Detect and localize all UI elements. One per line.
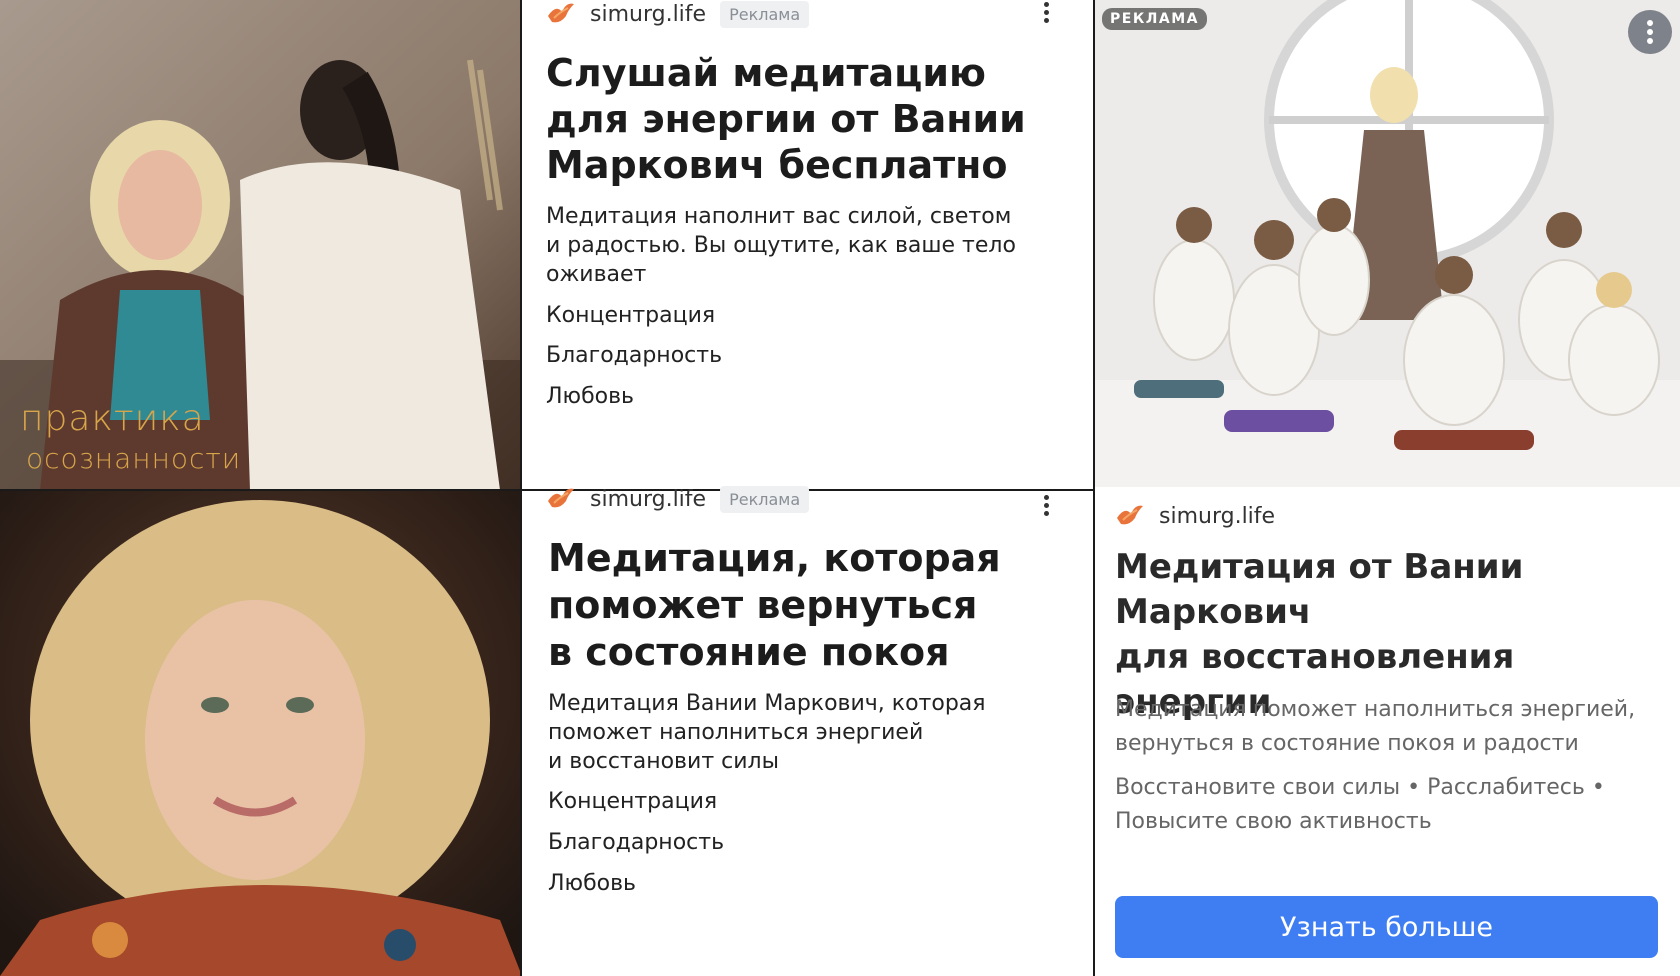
- ad-2-photo[interactable]: [0, 490, 522, 976]
- description-line: Медитация наполнит вас силой, светом: [546, 204, 1012, 229]
- ad-header: simurg.life Реклама: [546, 485, 810, 513]
- description-line: Медитация поможет наполниться энергией,: [1115, 697, 1636, 722]
- headline-line: Маркович: [1115, 592, 1312, 632]
- ad-description: Медитация поможет наполниться энергией, …: [1115, 693, 1635, 761]
- headline-line: Слушай медитацию: [546, 51, 986, 95]
- photo-overlay-title: практика: [20, 398, 205, 439]
- ad-benefits: Восстановите свои силы • Расслабитесь • …: [1115, 771, 1605, 839]
- headline-line: в состояние покоя: [548, 630, 950, 674]
- sitelink-love[interactable]: Любовь: [548, 871, 636, 896]
- headline-line: для энергии от Вании: [546, 97, 1026, 141]
- sitelink-gratitude[interactable]: Благодарность: [548, 830, 724, 855]
- description-line: оживает: [546, 262, 647, 287]
- description-line: поможет наполниться энергией: [548, 720, 924, 745]
- ad-card-1[interactable]: simurg.life Реклама Слушай медитацию для…: [522, 0, 1093, 489]
- ad-domain[interactable]: simurg.life: [1159, 504, 1275, 529]
- ad-domain[interactable]: simurg.life: [590, 2, 706, 27]
- more-vertical-icon[interactable]: [1628, 10, 1672, 54]
- more-vertical-icon[interactable]: [1044, 495, 1052, 519]
- sitelink-concentration[interactable]: Концентрация: [548, 789, 717, 814]
- ad-headline[interactable]: Медитация, которая поможет вернуться в с…: [548, 535, 1001, 676]
- sitelink-love[interactable]: Любовь: [546, 384, 634, 409]
- ad-description: Медитация Вании Маркович, которая поможе…: [548, 689, 986, 776]
- headline-line: поможет вернуться: [548, 583, 978, 627]
- ad-domain[interactable]: simurg.life: [590, 487, 706, 512]
- description-line: и радостью. Вы ощутите, как ваше тело: [546, 233, 1016, 258]
- description-line: и восстановит силы: [548, 749, 779, 774]
- headline-line: Медитация от Вании: [1115, 547, 1524, 587]
- ad-header: simurg.life Реклама: [546, 0, 810, 28]
- learn-more-button[interactable]: Узнать больше: [1115, 896, 1658, 958]
- ad-header: simurg.life: [1115, 502, 1275, 530]
- ad-badge: Реклама: [720, 485, 810, 513]
- ad-headline[interactable]: Слушай медитацию для энергии от Вании Ма…: [546, 50, 1026, 188]
- bird-logo-icon: [1117, 505, 1143, 525]
- description-line: вернуться в состояние покоя и радости: [1115, 731, 1579, 756]
- description-line: Медитация Вании Маркович, которая: [548, 691, 986, 716]
- more-vertical-icon[interactable]: [1044, 2, 1052, 26]
- ad-description: Медитация наполнит вас силой, светом и р…: [546, 202, 1016, 289]
- headline-line: Медитация, которая: [548, 536, 1001, 580]
- headline-line: Маркович бесплатно: [546, 143, 1008, 187]
- ad-3-photo-art: [1094, 0, 1680, 487]
- image-ad-label: РЕКЛАМА: [1102, 8, 1207, 30]
- sitelink-concentration[interactable]: Концентрация: [546, 303, 715, 328]
- ad-1-photo[interactable]: практика осознанности: [0, 0, 520, 490]
- bird-logo-icon: [548, 3, 574, 23]
- benefit-line: Повысите свою активность: [1115, 809, 1432, 834]
- ad-2-photo-art: [0, 490, 522, 976]
- ad-3-photo[interactable]: [1094, 0, 1680, 487]
- bird-logo-icon: [548, 488, 574, 508]
- ad-card-2[interactable]: simurg.life Реклама Медитация, которая п…: [522, 485, 1093, 976]
- photo-overlay-subtitle: осознанности: [26, 442, 242, 475]
- ad-badge: Реклама: [720, 0, 810, 28]
- sitelink-gratitude[interactable]: Благодарность: [546, 343, 722, 368]
- benefit-line: Восстановите свои силы • Расслабитесь •: [1115, 775, 1605, 800]
